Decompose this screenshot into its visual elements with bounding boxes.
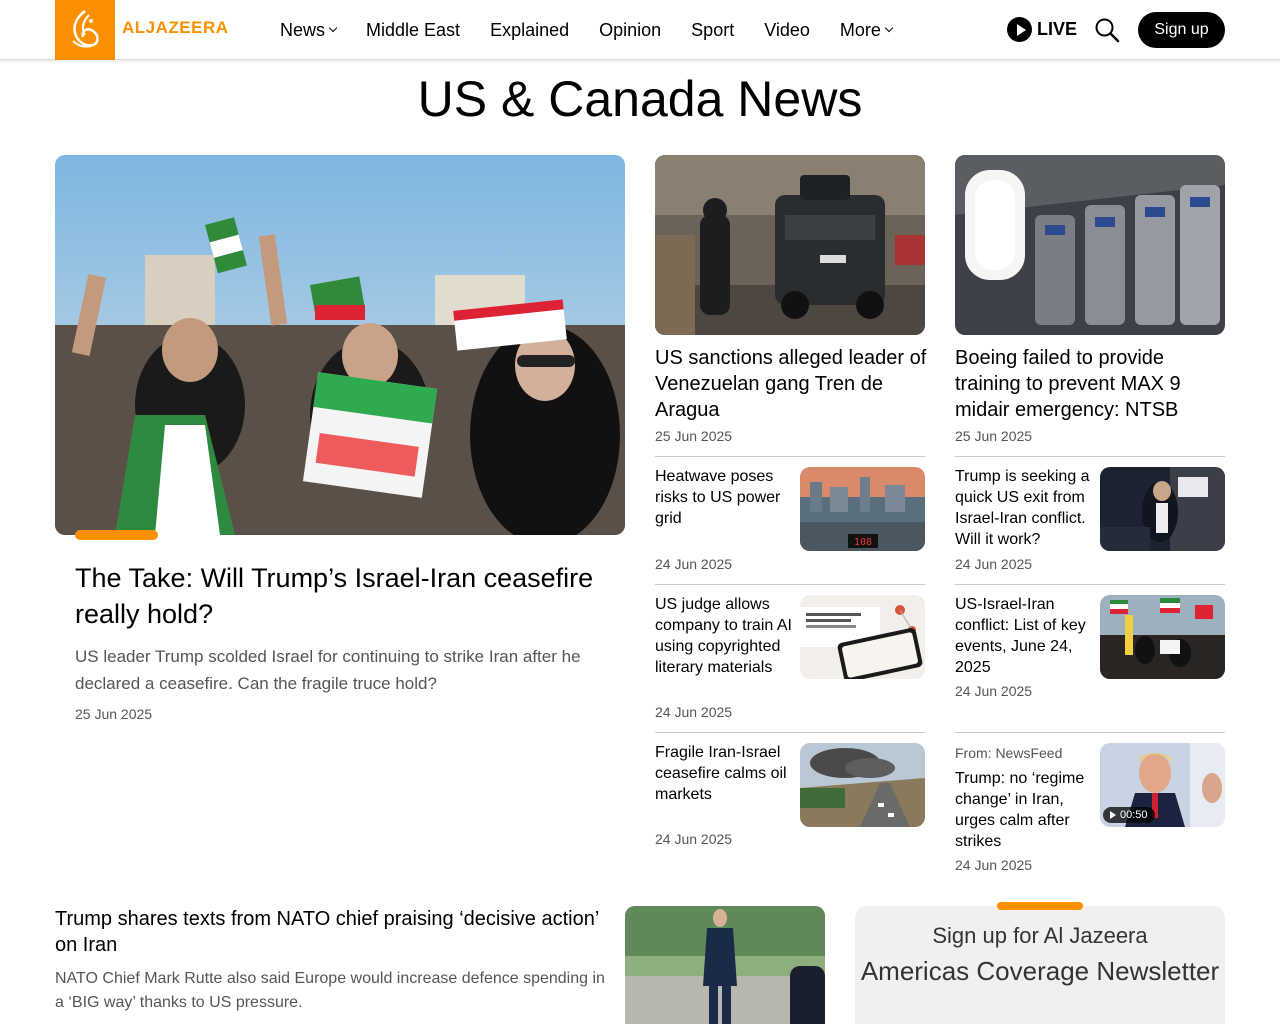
play-icon <box>1007 17 1032 42</box>
live-button[interactable]: LIVE <box>1007 17 1077 42</box>
divider <box>655 732 925 733</box>
nav-more[interactable]: More <box>839 19 894 41</box>
aljazeera-logo-icon <box>72 10 99 48</box>
bottom-story-headline[interactable]: Trump shares texts from NATO chief prais… <box>55 906 605 958</box>
list-item-headline[interactable]: US-Israel-Iran conflict: List of key eve… <box>955 594 1095 678</box>
bottom-story-image[interactable] <box>625 906 825 1024</box>
story-headline[interactable]: US sanctions alleged leader of Venezuela… <box>655 345 930 423</box>
list-item-image[interactable]: 108 <box>800 467 925 551</box>
video-duration-badge: 00:50 <box>1103 807 1155 823</box>
nav-label: More <box>839 19 881 40</box>
divider <box>955 584 1225 585</box>
divider <box>655 456 925 457</box>
story-date: 24 Jun 2025 <box>655 556 733 572</box>
story-source: From: NewsFeed <box>955 745 1063 761</box>
story-date: 25 Jun 2025 <box>655 428 733 444</box>
thermometer-label: 108 <box>854 537 872 548</box>
nav-opinion[interactable]: Opinion <box>599 20 661 41</box>
page-title: US & Canada News <box>417 71 863 127</box>
story-date: 24 Jun 2025 <box>955 683 1033 699</box>
trump-airforce-one-photo <box>1100 467 1225 551</box>
search-icon <box>1095 18 1120 43</box>
featured-image[interactable] <box>55 155 625 535</box>
list-item-headline[interactable]: Trump is seeking a quick US exit from Is… <box>955 466 1095 550</box>
chevron-down-icon <box>884 23 894 33</box>
video-duration: 00:50 <box>1120 809 1148 821</box>
list-item-headline[interactable]: Fragile Iran-Israel ceasefire calms oil … <box>655 742 795 805</box>
list-item-image[interactable] <box>1100 467 1225 551</box>
featured-summary: US leader Trump scolded Israel for conti… <box>75 647 581 693</box>
story-headline[interactable]: Boeing failed to provide training to pre… <box>955 345 1230 423</box>
site-header: ALJAZEERA News Middle East Explained Opi… <box>0 0 1280 60</box>
story-image-boeing[interactable] <box>955 155 1225 335</box>
nav-news[interactable]: News <box>280 19 338 41</box>
nav-explained[interactable]: Explained <box>490 20 569 41</box>
newsletter-accent-bar <box>997 902 1083 910</box>
featured-accent-bar <box>75 530 158 540</box>
armored-vehicle-photo <box>655 155 925 335</box>
aircraft-cabin-photo <box>955 155 1225 335</box>
nav-label: Opinion <box>599 19 662 40</box>
ai-phone-photo <box>800 595 925 679</box>
nav-label: Sport <box>691 19 735 40</box>
story-date: 24 Jun 2025 <box>655 831 733 847</box>
nav-label: Video <box>764 19 810 40</box>
chevron-down-icon <box>328 23 338 33</box>
newsletter-subtitle: Sign up for Al Jazeera <box>932 923 1148 948</box>
featured-date: 25 Jun 2025 <box>75 706 153 722</box>
logo[interactable] <box>55 0 115 60</box>
list-item-headline[interactable]: Heatwave poses risks to US power grid <box>655 466 795 529</box>
brand-name[interactable]: ALJAZEERA <box>122 18 229 38</box>
sign-up-button[interactable]: Sign up <box>1138 12 1225 48</box>
featured-headline[interactable]: The Take: Will Trump’s Israel-Iran cease… <box>75 560 615 632</box>
divider <box>655 584 925 585</box>
nato-chief-photo <box>625 906 825 1024</box>
nav-sport[interactable]: Sport <box>691 20 734 41</box>
story-date: 24 Jun 2025 <box>655 704 733 720</box>
story-date: 24 Jun 2025 <box>955 857 1033 873</box>
divider <box>955 732 1225 733</box>
search-button[interactable] <box>1094 17 1120 43</box>
list-item-headline[interactable]: US judge allows company to train AI usin… <box>655 594 795 678</box>
story-image-tren-de-aragua[interactable] <box>655 155 925 335</box>
list-item-image[interactable] <box>800 595 925 679</box>
heatwave-city-photo: 108 <box>800 467 925 551</box>
divider <box>955 456 1225 457</box>
nav-label: News <box>280 19 326 40</box>
list-item-image[interactable] <box>1100 595 1225 679</box>
bottom-story-summary: NATO Chief Mark Rutte also said Europe w… <box>55 970 605 1011</box>
nav-middle-east[interactable]: Middle East <box>366 20 460 41</box>
newsletter-title: Americas Coverage Newsletter <box>860 956 1220 986</box>
story-date: 24 Jun 2025 <box>955 556 1033 572</box>
nav-label: Explained <box>490 19 570 40</box>
smoke-highway-photo <box>800 743 925 827</box>
protest-photo <box>55 155 625 535</box>
story-date: 25 Jun 2025 <box>955 428 1033 444</box>
newsletter-signup-box: Sign up for Al Jazeera Americas Coverage… <box>855 906 1225 1024</box>
live-label: LIVE <box>1037 19 1078 39</box>
main-nav: News Middle East Explained Opinion Sport… <box>280 0 922 60</box>
list-item-image[interactable] <box>800 743 925 827</box>
rally-flags-photo <box>1100 595 1225 679</box>
nav-label: Middle East <box>366 19 461 40</box>
nav-video[interactable]: Video <box>764 20 810 41</box>
list-item-headline[interactable]: Trump: no ‘regime change’ in Iran, urges… <box>955 768 1095 852</box>
